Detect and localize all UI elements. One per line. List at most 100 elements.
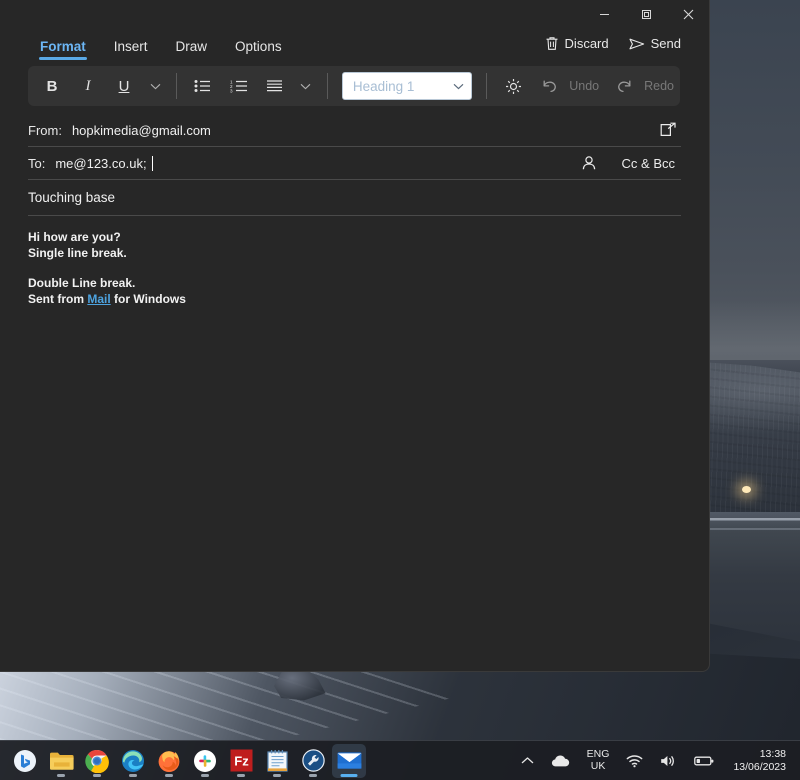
taskbar-item-tools[interactable] — [296, 744, 330, 778]
signature-prefix: Sent from — [28, 291, 88, 306]
subject-row[interactable]: Touching base — [28, 180, 681, 216]
subject-input[interactable]: Touching base — [28, 190, 115, 205]
tab-draw-label: Draw — [175, 38, 208, 54]
mail-link[interactable]: Mail — [87, 292, 110, 306]
italic-label: I — [85, 77, 91, 94]
chrome-icon — [85, 749, 109, 773]
cc-bcc-button[interactable]: Cc & Bcc — [616, 153, 681, 174]
discard-label: Discard — [564, 36, 609, 51]
running-indicator — [165, 773, 173, 777]
formatting-toolbar-wrap: B I U 1 2 3 Heading 1 Undo Redo — [0, 60, 709, 106]
filezilla-icon: Fz — [230, 749, 253, 772]
paragraph-style-select[interactable]: Heading 1 — [341, 72, 473, 100]
taskbar-item-slack[interactable] — [188, 744, 222, 778]
tab-options[interactable]: Options — [221, 38, 296, 61]
ribbon-tabbar: Format Insert Draw Options Discard Send — [0, 28, 709, 60]
restore-button[interactable] — [625, 0, 667, 28]
tab-format-label: Format — [40, 38, 86, 54]
running-indicator — [273, 773, 281, 777]
message-body[interactable]: Hi how are you? Single line break. Doubl… — [28, 230, 681, 307]
taskbar-item-edge[interactable] — [116, 744, 150, 778]
toolbar-separator-1 — [176, 73, 177, 99]
tray-volume-button[interactable] — [656, 751, 681, 771]
from-row[interactable]: From: hopkimedia@gmail.com — [28, 114, 681, 147]
discard-button[interactable]: Discard — [539, 33, 615, 54]
italic-button[interactable]: I — [73, 71, 103, 101]
font-style-group: B I U — [34, 71, 168, 101]
svg-text:Fz: Fz — [234, 753, 249, 768]
window-titlebar — [0, 0, 709, 28]
firefox-icon — [157, 749, 181, 773]
font-more-chevron-down-icon[interactable] — [145, 71, 165, 101]
tray-language-button[interactable]: ENG UK — [583, 746, 614, 775]
running-indicator — [340, 773, 358, 777]
taskbar-item-chrome[interactable] — [80, 744, 114, 778]
tab-options-label: Options — [235, 38, 282, 54]
bold-button[interactable]: B — [37, 71, 67, 101]
tab-draw[interactable]: Draw — [162, 38, 222, 61]
taskbar-item-notepad[interactable] — [260, 744, 294, 778]
language-line-1: ENG — [586, 748, 610, 760]
bulleted-list-button[interactable] — [188, 71, 218, 101]
numbered-list-button[interactable]: 1 2 3 — [224, 71, 254, 101]
taskbar-apps: Fz — [0, 743, 366, 778]
taskbar-item-copilot-bing[interactable] — [8, 744, 42, 778]
body-line-2: Single line break. — [28, 245, 127, 260]
minimize-button[interactable] — [583, 0, 625, 28]
clock-time: 13:38 — [759, 748, 786, 760]
taskbar-item-file-explorer[interactable] — [44, 744, 78, 778]
paragraph-more-chevron-down-icon[interactable] — [296, 71, 316, 101]
tab-insert-label: Insert — [113, 38, 148, 54]
contacts-button[interactable] — [576, 151, 602, 175]
tray-battery-button[interactable] — [690, 752, 718, 770]
align-button[interactable] — [260, 71, 290, 101]
close-button[interactable] — [667, 0, 709, 28]
bold-label: B — [46, 77, 58, 95]
running-indicator — [237, 773, 245, 777]
taskbar-item-mail[interactable] — [332, 743, 366, 778]
running-indicator — [309, 773, 317, 777]
gear-icon — [505, 78, 522, 95]
tab-format[interactable]: Format — [26, 38, 100, 61]
battery-icon — [694, 755, 714, 767]
toolbar-separator-3 — [486, 73, 488, 99]
file-explorer-icon — [49, 750, 74, 772]
styles-gear-button[interactable] — [498, 71, 528, 101]
running-indicator — [201, 773, 209, 777]
running-indicator — [57, 773, 65, 777]
undo-button[interactable] — [534, 71, 564, 101]
edge-icon — [121, 749, 145, 773]
language-line-2: UK — [590, 759, 606, 772]
running-indicator — [93, 773, 101, 777]
clock[interactable]: 13:38 13/06/2023 — [727, 746, 792, 775]
taskbar-item-firefox[interactable] — [152, 744, 186, 778]
desktop: Format Insert Draw Options Discard Send … — [0, 0, 800, 780]
open-in-new-window-icon — [660, 122, 677, 138]
to-row-actions: Cc & Bcc — [576, 151, 681, 175]
popout-button[interactable] — [655, 118, 681, 142]
tray-network-button[interactable] — [622, 751, 647, 771]
language-indicator: ENG UK — [586, 748, 610, 772]
tab-insert[interactable]: Insert — [100, 38, 162, 61]
undo-label: Undo — [569, 79, 600, 93]
redo-button[interactable] — [609, 71, 639, 101]
mail-compose-window: Format Insert Draw Options Discard Send … — [0, 0, 710, 672]
taskbar: Fz ENG UK 13:38 13/06/2023 — [0, 740, 800, 780]
underline-button[interactable]: U — [109, 71, 139, 101]
send-label: Send — [650, 36, 681, 51]
taskbar-item-filezilla[interactable]: Fz — [224, 744, 258, 778]
tray-overflow-button[interactable] — [517, 753, 538, 768]
body-line-1: Hi how are you? — [28, 230, 121, 244]
svg-text:3: 3 — [230, 88, 233, 93]
text-caret — [151, 155, 153, 171]
cc-bcc-label: Cc & Bcc — [621, 155, 675, 171]
send-button[interactable]: Send — [623, 33, 687, 54]
to-row[interactable]: To: me@123.co.uk; Cc & Bcc — [28, 147, 681, 180]
to-input[interactable]: me@123.co.uk; — [55, 156, 146, 171]
tray-onedrive-button[interactable] — [547, 751, 574, 771]
slack-icon — [193, 749, 217, 773]
from-value: hopkimedia@gmail.com — [71, 122, 211, 138]
signature-suffix: for Windows — [110, 291, 186, 306]
to-label: To: — [28, 155, 46, 171]
running-indicator — [129, 773, 137, 777]
